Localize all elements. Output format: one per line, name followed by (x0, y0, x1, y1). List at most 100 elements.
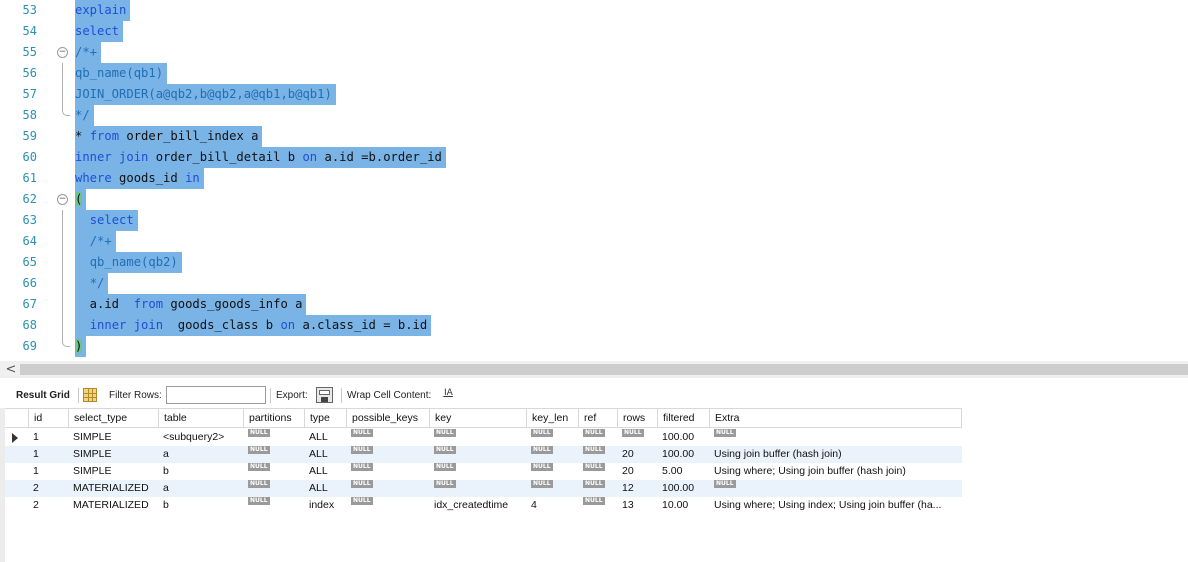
cell-ref[interactable]: NULL (579, 429, 618, 446)
code-text[interactable]: */ (75, 273, 109, 294)
code-text[interactable]: select (75, 21, 124, 42)
cell-ref[interactable]: NULL (579, 497, 618, 514)
cell-possible-keys[interactable]: NULL (347, 446, 430, 463)
cell-possible-keys[interactable]: NULL (347, 429, 430, 446)
cell-filtered[interactable]: 5.00 (658, 463, 710, 480)
code-line[interactable]: 69) (0, 336, 1188, 357)
cell-ref[interactable]: NULL (579, 480, 618, 497)
scrollbar-thumb[interactable] (20, 364, 1188, 375)
column-header-key-len[interactable]: key_len (527, 409, 579, 428)
code-text[interactable]: explain (75, 0, 131, 21)
cell-filtered[interactable]: 100.00 (658, 446, 710, 463)
cell-partitions[interactable]: NULL (244, 497, 305, 514)
column-header-key[interactable]: key (430, 409, 527, 428)
cell-type[interactable]: ALL (305, 429, 347, 446)
column-header-extra[interactable]: Extra (710, 409, 962, 428)
code-text[interactable]: inner join order_bill_detail b on a.id =… (75, 147, 446, 168)
wrap-text-icon[interactable]: I͟A (444, 388, 456, 402)
code-line[interactable]: 60 inner join order_bill_detail b on a.id… (0, 147, 1188, 168)
code-text[interactable]: JOIN_ORDER(a@qb2,b@qb2,a@qb1,b@qb1) (75, 84, 336, 105)
code-line[interactable]: 68 inner join goods_class b on a.class_i… (0, 315, 1188, 336)
cell-select-type[interactable]: SIMPLE (69, 429, 159, 446)
cell-type[interactable]: ALL (305, 480, 347, 497)
code-text[interactable]: ( (75, 189, 87, 210)
column-header-filtered[interactable]: filtered (658, 409, 710, 428)
table-row[interactable]: 1 SIMPLE b NULL ALL NULL NULL NULL NULL 20 5.00 Usi… (5, 463, 962, 480)
code-text[interactable]: select (75, 210, 138, 231)
cell-table[interactable]: a (159, 446, 244, 463)
cell-partitions[interactable]: NULL (244, 463, 305, 480)
column-header-id[interactable]: id (29, 409, 69, 428)
cell-table[interactable]: b (159, 463, 244, 480)
cell-id[interactable]: 1 (29, 463, 69, 480)
row-selector[interactable] (5, 446, 29, 463)
column-header-ref[interactable]: ref (579, 409, 618, 428)
code-line[interactable]: 56 qb_name(qb1) (0, 63, 1188, 84)
cell-id[interactable]: 2 (29, 497, 69, 514)
cell-filtered[interactable]: 100.00 (658, 480, 710, 497)
cell-extra[interactable]: Using where; Using join buffer (hash joi… (710, 463, 962, 480)
cell-extra[interactable]: NULL (710, 480, 962, 497)
code-line[interactable]: 59 * from order_bill_index a (0, 126, 1188, 147)
code-line[interactable]: 57 JOIN_ORDER(a@qb2,b@qb2,a@qb1,b@qb1) (0, 84, 1188, 105)
column-header-type[interactable]: type (305, 409, 347, 428)
cell-filtered[interactable]: 100.00 (658, 429, 710, 446)
cell-extra[interactable]: Using join buffer (hash join) (710, 446, 962, 463)
filter-rows-input[interactable] (166, 386, 266, 404)
scroll-left-arrow-icon[interactable]: < (4, 361, 18, 378)
code-line[interactable]: 61 where goods_id in (0, 168, 1188, 189)
editor-horizontal-scrollbar[interactable]: < (0, 361, 1188, 378)
cell-table[interactable]: b (159, 497, 244, 514)
cell-rows[interactable]: 12 (618, 480, 658, 497)
column-header-table[interactable]: table (159, 409, 244, 428)
cell-filtered[interactable]: 10.00 (658, 497, 710, 514)
cell-ref[interactable]: NULL (579, 463, 618, 480)
cell-key-len[interactable]: 4 (527, 497, 579, 514)
cell-id[interactable]: 2 (29, 480, 69, 497)
code-text[interactable]: ) (75, 336, 87, 357)
cell-possible-keys[interactable]: NULL (347, 480, 430, 497)
cell-table[interactable]: <subquery2> (159, 429, 244, 446)
cell-key[interactable]: NULL (430, 429, 527, 446)
cell-partitions[interactable]: NULL (244, 480, 305, 497)
code-line[interactable]: 53 explain (0, 0, 1188, 21)
fold-collapse-icon[interactable]: − (57, 47, 68, 58)
code-text[interactable]: a.id from goods_goods_info a (75, 294, 307, 315)
cell-select-type[interactable]: SIMPLE (69, 446, 159, 463)
code-text[interactable]: qb_name(qb1) (75, 63, 168, 84)
cell-key[interactable]: idx_createdtime (430, 497, 527, 514)
grid-icon[interactable] (83, 388, 97, 402)
cell-rows[interactable]: 20 (618, 463, 658, 480)
code-line[interactable]: 54 select (0, 21, 1188, 42)
cell-key[interactable]: NULL (430, 480, 527, 497)
sql-editor[interactable]: 53 explain 54 select 55−/*+ 56 qb_name(qb1) 57 J… (0, 0, 1188, 360)
cell-select-type[interactable]: MATERIALIZED (69, 480, 159, 497)
cell-rows[interactable]: 20 (618, 446, 658, 463)
code-text[interactable]: where goods_id in (75, 168, 204, 189)
table-row[interactable]: 2 MATERIALIZED a NULL ALL NULL NULL NULL NULL 12 1… (5, 480, 962, 497)
code-text[interactable]: qb_name(qb2) (75, 252, 182, 273)
cell-select-type[interactable]: SIMPLE (69, 463, 159, 480)
table-row[interactable]: 1 SIMPLE a NULL ALL NULL NULL NULL NULL 20 100.00 U… (5, 446, 962, 463)
column-header-rows[interactable]: rows (618, 409, 658, 428)
code-line[interactable]: 66 */ (0, 273, 1188, 294)
cell-ref[interactable]: NULL (579, 446, 618, 463)
column-header-select-type[interactable]: select_type (69, 409, 159, 428)
cell-table[interactable]: a (159, 480, 244, 497)
cell-key-len[interactable]: NULL (527, 463, 579, 480)
cell-rows[interactable]: 13 (618, 497, 658, 514)
code-line[interactable]: 65 qb_name(qb2) (0, 252, 1188, 273)
row-selector[interactable] (5, 429, 29, 446)
code-line[interactable]: 55 −/*+ (0, 42, 1188, 63)
column-header-possible-keys[interactable]: possible_keys (347, 409, 430, 428)
cell-type[interactable]: index (305, 497, 347, 514)
row-selector[interactable] (5, 480, 29, 497)
cell-key-len[interactable]: NULL (527, 480, 579, 497)
cell-type[interactable]: ALL (305, 463, 347, 480)
code-text[interactable]: * from order_bill_index a (75, 126, 263, 147)
code-text[interactable]: /*+ (75, 231, 116, 252)
cell-id[interactable]: 1 (29, 429, 69, 446)
cell-select-type[interactable]: MATERIALIZED (69, 497, 159, 514)
code-text[interactable]: */ (75, 105, 94, 126)
code-line[interactable]: 58 */ (0, 105, 1188, 126)
